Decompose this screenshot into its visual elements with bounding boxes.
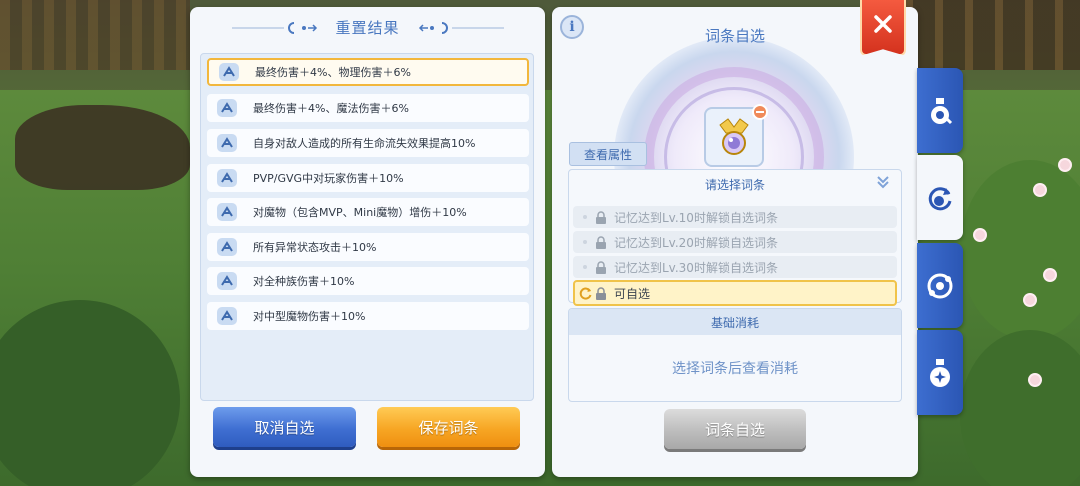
skill-rune-icon: [217, 134, 237, 152]
result-text: 所有异常状态攻击＋10%: [253, 241, 377, 254]
skill-rune-icon: [217, 203, 237, 221]
result-row[interactable]: 对全种族伤害＋10%: [207, 267, 529, 295]
result-text: PVP/GVG中对玩家伤害＋10%: [253, 172, 404, 185]
option-text: 记忆达到Lv.20时解锁自选词条: [614, 235, 778, 250]
lock-icon: [596, 210, 606, 224]
side-tab-refresh[interactable]: [917, 155, 963, 240]
cost-placeholder: 选择词条后查看消耗: [672, 361, 798, 377]
result-text: 最终伤害＋4%、魔法伤害＋6%: [253, 102, 409, 115]
cancel-selection-button[interactable]: 取消自选: [213, 407, 356, 447]
close-button[interactable]: [860, 0, 906, 56]
result-text: 最终伤害＋4%、物理伤害＋6%: [255, 66, 411, 79]
affix-select-panel: i 词条自选 查看属性 请选择词条 记忆达到Lv.10时解锁自选词条 记忆达到L…: [552, 7, 918, 477]
skill-rune-icon: [219, 63, 239, 81]
result-text: 对中型魔物伤害＋10%: [253, 310, 366, 323]
affix-select-button[interactable]: 词条自选: [664, 409, 806, 449]
chevron-double-down-icon[interactable]: [875, 174, 891, 190]
close-icon: [874, 15, 892, 33]
affix-option-list: 请选择词条 记忆达到Lv.10时解锁自选词条 记忆达到Lv.20时解锁自选词条: [568, 169, 902, 306]
side-tab-sparkle[interactable]: [917, 330, 963, 415]
skill-rune-icon: [217, 99, 237, 117]
side-tab-potion[interactable]: [917, 68, 963, 153]
result-row[interactable]: 对中型魔物伤害＋10%: [207, 302, 529, 330]
skill-rune-icon: [217, 272, 237, 290]
option-text: 记忆达到Lv.10时解锁自选词条: [614, 210, 778, 225]
result-text: 自身对敌人造成的所有生命流失效果提高10%: [253, 137, 476, 150]
result-row[interactable]: PVP/GVG中对玩家伤害＋10%: [207, 164, 529, 192]
option-bullet: [583, 215, 587, 219]
result-list: 最终伤害＋4%、物理伤害＋6% 最终伤害＋4%、魔法伤害＋6% 自身对敌人造成的…: [200, 53, 534, 401]
lock-icon: [596, 260, 606, 274]
option-bullet: [583, 240, 587, 244]
option-text: 记忆达到Lv.30时解锁自选词条: [614, 260, 778, 275]
remove-item-icon[interactable]: [752, 104, 768, 120]
option-list-header: 请选择词条: [704, 178, 765, 192]
cost-header: 基础消耗: [569, 309, 901, 335]
result-row[interactable]: 对魔物（包含MVP、Mini魔物）增伤＋10%: [207, 198, 529, 226]
save-affix-button[interactable]: 保存词条: [377, 407, 520, 447]
potion-icon: [931, 97, 953, 124]
affix-option-locked[interactable]: 记忆达到Lv.30时解锁自选词条: [573, 256, 897, 278]
refresh-gear-icon: [928, 186, 952, 210]
lock-icon: [596, 235, 606, 249]
affix-option-locked[interactable]: 记忆达到Lv.10时解锁自选词条: [573, 206, 897, 228]
skill-rune-icon: [217, 169, 237, 187]
background-flower: [1045, 270, 1055, 280]
option-text: 可自选: [614, 286, 651, 301]
option-bullet: [583, 265, 587, 269]
orb-icon: [927, 273, 953, 298]
result-row[interactable]: 自身对敌人造成的所有生命流失效果提高10%: [207, 129, 529, 157]
title-ornament-right-icon: [418, 22, 504, 34]
result-text: 对魔物（包含MVP、Mini魔物）增伤＋10%: [253, 206, 467, 219]
refresh-icon: [579, 287, 592, 300]
background-flower: [1030, 375, 1040, 385]
skill-rune-icon: [217, 307, 237, 325]
side-tab-orb[interactable]: [917, 243, 963, 328]
result-text: 对全种族伤害＋10%: [253, 275, 355, 288]
background-flower: [975, 230, 985, 240]
background-flower: [1060, 160, 1070, 170]
base-cost-section: 基础消耗 选择词条后查看消耗: [568, 308, 902, 402]
affix-option-available[interactable]: 可自选: [573, 280, 897, 306]
skill-rune-icon: [217, 238, 237, 256]
background-fence-left: [0, 0, 190, 70]
view-attributes-button[interactable]: 查看属性: [569, 142, 647, 166]
lock-icon: [596, 286, 606, 300]
background-rock: [15, 105, 190, 190]
background-flower: [1035, 185, 1045, 195]
background-flower: [1025, 295, 1035, 305]
result-row[interactable]: 所有异常状态攻击＋10%: [207, 233, 529, 261]
reset-result-panel: 重置结果 最终伤害＋4%、物理伤害＋6% 最终伤害＋4%、魔法伤害＋6% 自身对…: [190, 7, 545, 477]
result-row[interactable]: 最终伤害＋4%、物理伤害＋6%: [207, 58, 529, 86]
background-fence-right: [905, 0, 1080, 70]
crystal-pendant-icon: [719, 118, 749, 155]
sparkle-potion-icon: [930, 358, 950, 387]
result-row[interactable]: 最终伤害＋4%、魔法伤害＋6%: [207, 94, 529, 122]
affix-option-locked[interactable]: 记忆达到Lv.20时解锁自选词条: [573, 231, 897, 253]
